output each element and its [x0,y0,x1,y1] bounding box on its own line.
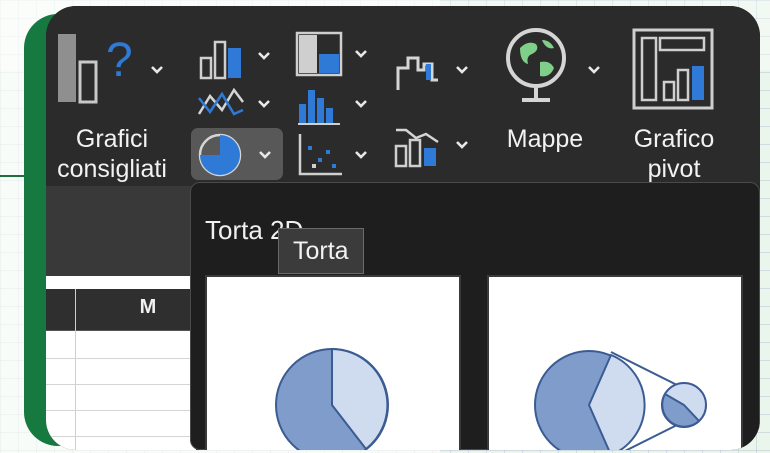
recommended-charts-icon[interactable]: ? [54,28,154,106]
question-mark: ? [106,34,133,87]
excel-window: ? Grafici consigliati Mappe Grafico pivo… [46,6,760,450]
chevron-down-icon[interactable] [454,137,470,153]
pie-of-pie-chart-option[interactable] [487,275,743,450]
pie-chart-gallery-dropdown: Torta 2D [190,182,760,450]
column-header-row [46,289,196,331]
grid-line [46,358,196,359]
pivot-chart-icon[interactable] [630,26,716,112]
chevron-down-icon[interactable] [256,96,272,112]
statistic-chart-icon[interactable] [296,84,342,126]
chevron-down-icon[interactable] [256,48,272,64]
grid-line [46,410,196,411]
pivot-chart-label[interactable]: Grafico pivot [614,124,734,184]
grid-line [46,436,196,437]
pie-chart-tooltip: Torta [278,228,364,274]
pivot-chart-line1: Grafico [633,125,715,153]
pie-chart-thumbnail-icon [275,347,389,450]
chevron-down-icon[interactable] [257,147,273,163]
chevron-down-icon[interactable] [149,62,165,78]
pie-chart-icon[interactable] [196,132,244,178]
chevron-down-icon[interactable] [353,96,369,112]
chevron-down-icon[interactable] [353,46,369,62]
grid-line [46,384,196,385]
scatter-chart-icon[interactable] [296,132,344,178]
recommended-charts-line1: Grafici [75,125,149,153]
formula-bar-area [46,186,196,276]
pie-of-pie-thumbnail-icon [534,350,707,450]
recommended-charts-label[interactable]: Grafici consigliati [46,124,182,184]
line-chart-icon[interactable] [196,84,246,124]
chevron-down-icon[interactable] [586,62,602,78]
recommended-charts-line2: consigliati [57,155,167,183]
chevron-down-icon[interactable] [454,62,470,78]
combo-chart-icon[interactable] [392,122,442,168]
waterfall-chart-icon[interactable] [394,50,442,94]
column-chart-icon[interactable] [198,36,246,80]
grid-line [75,289,76,450]
column-header-m[interactable]: M [128,296,168,319]
chevron-down-icon[interactable] [353,147,369,163]
maps-label[interactable]: Mappe [490,124,600,154]
pie-chart-option[interactable] [205,275,461,450]
hierarchy-chart-icon[interactable] [294,30,344,78]
globe-icon[interactable] [496,22,576,108]
pivot-chart-line2: pivot [647,155,701,183]
